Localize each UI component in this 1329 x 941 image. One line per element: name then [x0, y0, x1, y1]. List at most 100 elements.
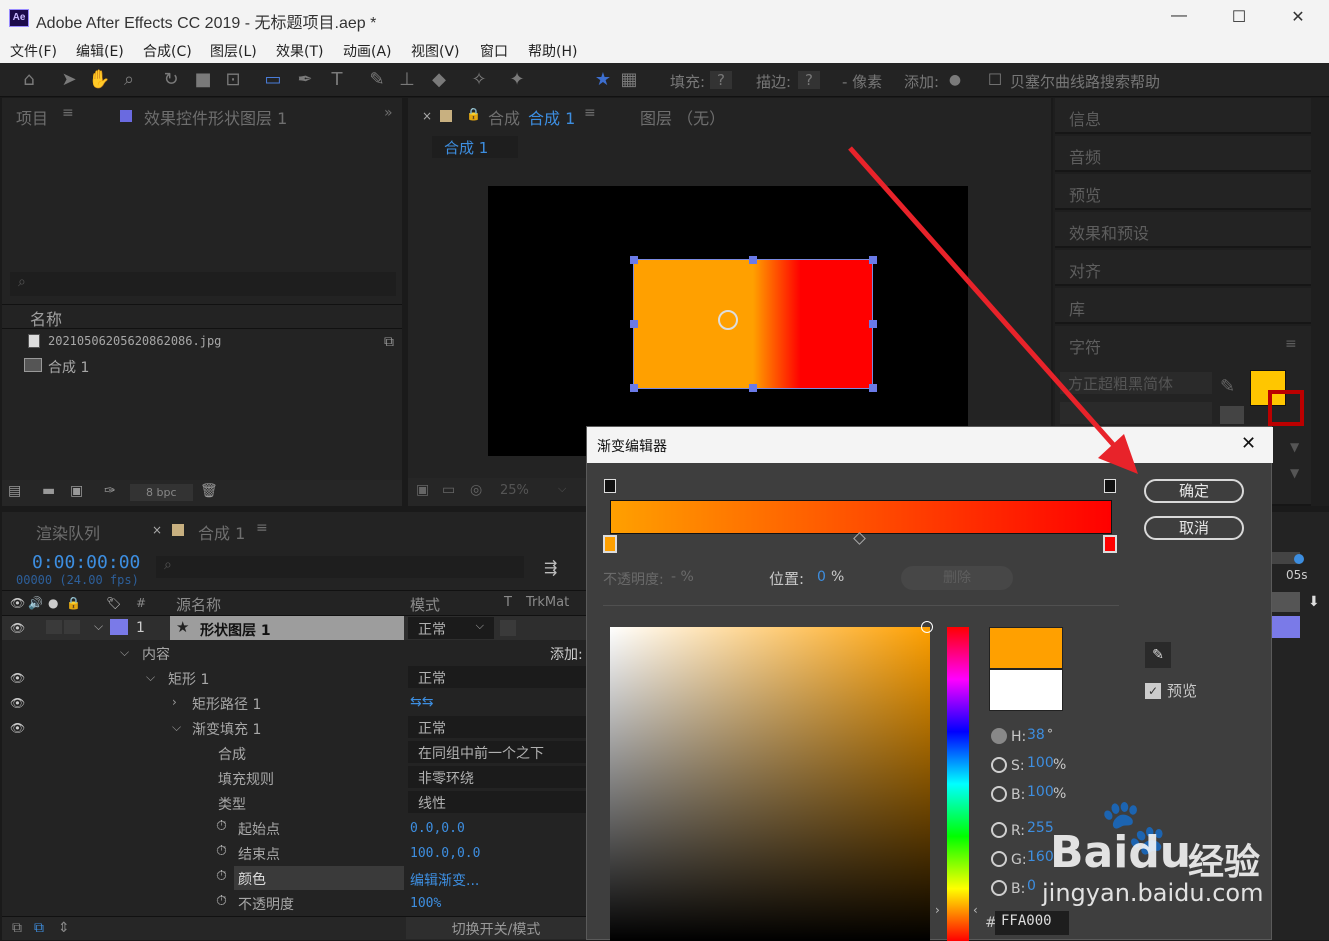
- hue-slider-left-arrow[interactable]: ›: [935, 903, 940, 917]
- lock-icon[interactable]: 🔒: [466, 107, 481, 121]
- handle-bl[interactable]: [630, 384, 638, 392]
- prop-fill-rule[interactable]: 填充规则: [218, 769, 274, 789]
- handle-ml[interactable]: [630, 320, 638, 328]
- character-menu-icon[interactable]: ≡: [1285, 336, 1297, 352]
- color-stop-right[interactable]: [1103, 535, 1117, 553]
- close-tab-icon[interactable]: ×: [152, 523, 162, 537]
- layer-name[interactable]: 形状图层 1: [200, 620, 271, 640]
- radio-r[interactable]: [991, 822, 1007, 838]
- add-icon[interactable]: ●: [944, 69, 966, 91]
- eye-icon[interactable]: 👁: [10, 596, 25, 610]
- position-value[interactable]: 0: [817, 569, 826, 585]
- work-area-bar[interactable]: [1270, 592, 1300, 612]
- stopwatch-icon[interactable]: ⏱: [216, 843, 227, 859]
- hue-slider-right-arrow[interactable]: ‹: [973, 903, 978, 917]
- prop-start-point[interactable]: 起始点: [238, 819, 280, 839]
- current-time-indicator-icon[interactable]: ⬇: [1308, 594, 1320, 610]
- rotate-tool-icon[interactable]: ↻: [160, 69, 182, 91]
- b-channel-value[interactable]: 0: [1027, 878, 1036, 894]
- project-item-comp[interactable]: 合成 1: [48, 357, 89, 377]
- prop-composite[interactable]: 合成: [218, 744, 246, 764]
- prop-opacity[interactable]: 不透明度: [238, 894, 294, 914]
- bpc-button[interactable]: 8 bpc: [130, 484, 193, 501]
- dialog-close-icon[interactable]: ✕: [1241, 433, 1256, 454]
- layer-duration-bar[interactable]: [1270, 616, 1300, 638]
- add-button[interactable]: 添加:: [550, 644, 583, 664]
- column-trkmat[interactable]: TrkMat: [526, 595, 569, 610]
- tab-project[interactable]: 项目: [16, 105, 48, 129]
- fill-swatch[interactable]: ?: [710, 71, 732, 89]
- prop-gradient-fill-mode[interactable]: 正常: [408, 716, 586, 738]
- menu-animation[interactable]: 动画(A): [343, 41, 392, 61]
- interpret-footage-icon[interactable]: ▤: [8, 483, 21, 499]
- home-icon[interactable]: ⌂: [18, 69, 40, 91]
- prop-rectangle[interactable]: 矩形 1: [168, 669, 209, 689]
- tab-render-queue[interactable]: 渲染队列: [36, 520, 100, 544]
- column-mode[interactable]: 模式: [410, 594, 440, 615]
- menu-edit[interactable]: 编辑(E): [76, 41, 124, 61]
- project-menu-icon[interactable]: ≡: [62, 105, 74, 121]
- panel-library[interactable]: 库: [1055, 288, 1311, 324]
- preview-checkbox[interactable]: ✓: [1145, 683, 1161, 699]
- expand-panels-icon[interactable]: »: [384, 105, 393, 121]
- stopwatch-icon[interactable]: ⏱: [216, 818, 227, 834]
- eraser-tool-icon[interactable]: ◆: [428, 69, 450, 91]
- lock-icon[interactable]: 🔒: [66, 596, 81, 610]
- handle-tl[interactable]: [630, 256, 638, 264]
- prop-rectangle-path[interactable]: 矩形路径 1: [192, 694, 261, 714]
- type-tool-icon[interactable]: T: [326, 69, 348, 91]
- tab-timeline-comp[interactable]: 合成 1: [198, 520, 245, 544]
- monitor-icon[interactable]: ▭: [442, 482, 455, 498]
- column-source-name[interactable]: 源名称: [176, 594, 221, 615]
- prop-end-point[interactable]: 结束点: [238, 844, 280, 864]
- search-help[interactable]: 搜索帮助: [1100, 71, 1160, 92]
- eye-icon[interactable]: 👁: [10, 696, 25, 710]
- saturation-brightness-field[interactable]: [610, 627, 930, 941]
- shape-rectangle[interactable]: [633, 259, 873, 389]
- handle-br[interactable]: [869, 384, 877, 392]
- layer-audio-box[interactable]: [46, 620, 62, 634]
- font-family-dropdown[interactable]: 方正超粗黑简体: [1060, 372, 1212, 394]
- anchor-point-icon[interactable]: [718, 310, 738, 330]
- opacity-value[interactable]: - %: [671, 569, 694, 585]
- timeline-menu-icon[interactable]: ≡: [256, 520, 268, 536]
- path-direction-icon[interactable]: ⇆⇆: [410, 694, 433, 710]
- brush-tool-icon[interactable]: ✎: [366, 69, 388, 91]
- time-navigator-handle[interactable]: [1294, 554, 1304, 564]
- hue-slider[interactable]: [947, 627, 969, 941]
- h-value[interactable]: 38: [1027, 727, 1045, 743]
- eye-icon[interactable]: 👁: [10, 721, 25, 735]
- prop-composite-value[interactable]: 在同组中前一个之下: [408, 741, 586, 763]
- rectangle-tool-icon[interactable]: ▭: [262, 69, 284, 91]
- layer-lock-box[interactable]: [64, 620, 80, 634]
- motion-blur-icon[interactable]: ⇕: [58, 920, 70, 936]
- character-tab-label[interactable]: 字符: [1069, 338, 1101, 357]
- layer-mode-dropdown[interactable]: 正常 ⌵: [408, 617, 494, 639]
- tab-composition-name[interactable]: 合成 1: [528, 105, 575, 129]
- panel-align[interactable]: 对齐: [1055, 250, 1311, 286]
- grid-icon[interactable]: ▦: [618, 69, 640, 91]
- panel-preview[interactable]: 预览: [1055, 174, 1311, 210]
- chevron-down-icon[interactable]: ⌵: [172, 720, 181, 735]
- roto-brush-tool-icon[interactable]: ✧: [468, 69, 490, 91]
- timeline-search-input[interactable]: ⌕: [156, 556, 524, 578]
- eye-icon[interactable]: 👁: [10, 671, 25, 685]
- handle-bm[interactable]: [749, 384, 757, 392]
- panel-info[interactable]: 信息: [1055, 98, 1311, 134]
- prop-gradient-fill[interactable]: 渐变填充 1: [192, 719, 261, 739]
- label-icon[interactable]: 🏷: [106, 596, 121, 610]
- snapshot-icon[interactable]: ▣: [416, 482, 429, 498]
- tab-layer[interactable]: 图层 （无）: [640, 105, 725, 129]
- pen-tool-icon[interactable]: ✒: [294, 69, 316, 91]
- new-folder-icon[interactable]: ▬: [42, 483, 55, 499]
- color-stop-left[interactable]: [603, 535, 617, 553]
- solo-icon[interactable]: ●: [48, 596, 58, 610]
- adjust-icon[interactable]: ✑: [104, 483, 116, 499]
- g-value[interactable]: 160: [1027, 849, 1054, 865]
- prop-contents[interactable]: 内容: [142, 644, 170, 664]
- menu-effect[interactable]: 效果(T): [276, 41, 323, 61]
- prop-start-point-value[interactable]: 0.0,0.0: [410, 821, 465, 836]
- trash-icon[interactable]: 🗑: [200, 483, 218, 499]
- stopwatch-icon[interactable]: ⏱: [216, 893, 227, 909]
- eyedropper-icon[interactable]: ✎: [1220, 376, 1235, 397]
